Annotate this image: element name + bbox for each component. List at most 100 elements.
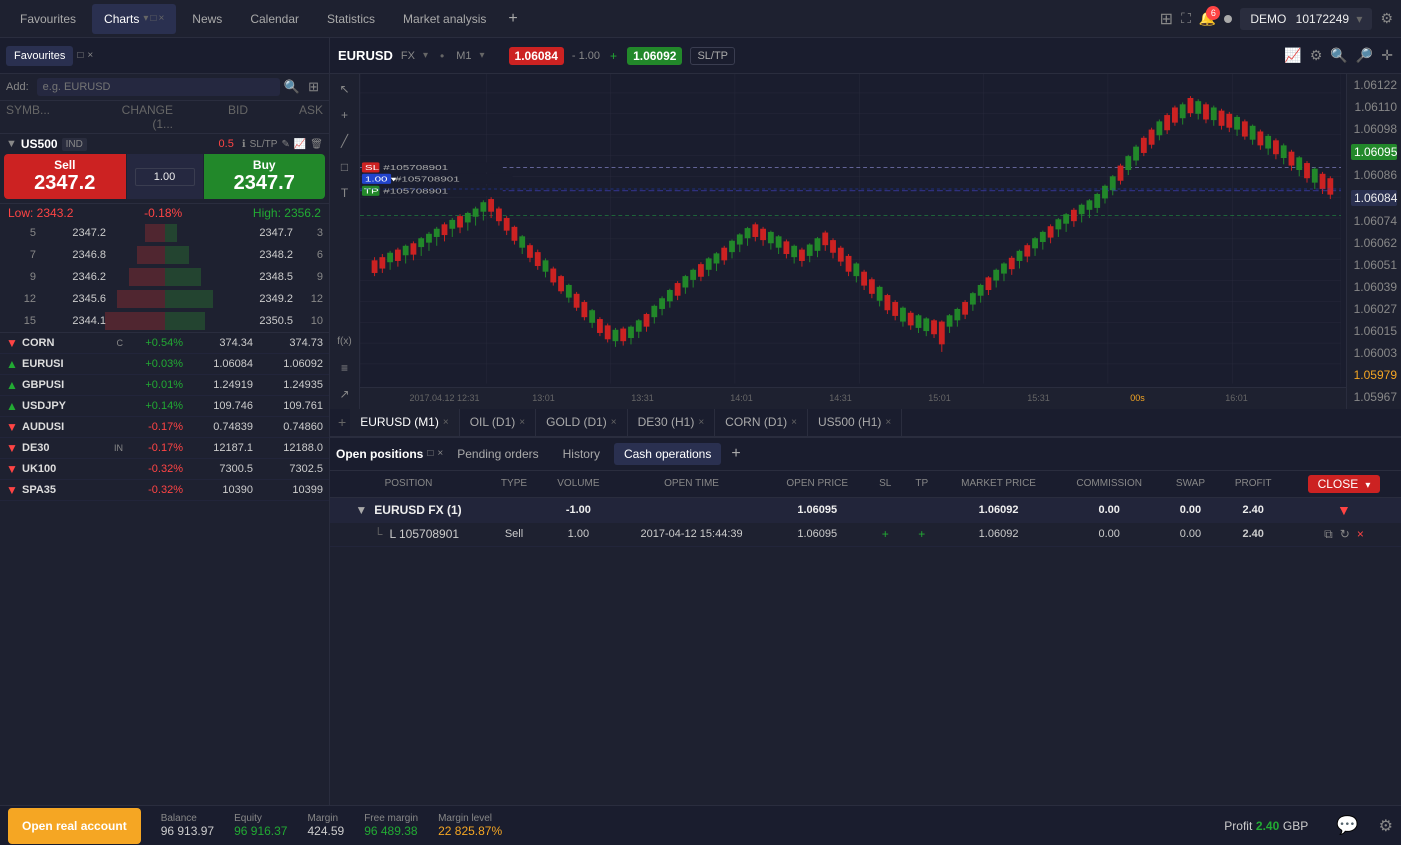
add-sl-icon[interactable]: + [882, 527, 889, 541]
chart-tab-oil[interactable]: OIL (D1) × [460, 409, 536, 437]
favourites-close-icon[interactable]: × [87, 50, 93, 61]
close-de30-tab-icon[interactable]: × [698, 417, 704, 428]
crosshair-tool[interactable]: + [334, 104, 356, 126]
demo-account-badge[interactable]: DEMO 10172249 ▾ [1240, 8, 1372, 30]
social-tool[interactable]: ↗ [334, 383, 356, 405]
main-layout: Favourites □ × Add: 🔍 ⊞ SYMB... CHANGE (… [0, 38, 1401, 805]
text-tool[interactable]: T [334, 182, 356, 204]
us500-volume-input[interactable] [135, 168, 195, 186]
chart-tab-de30[interactable]: DE30 (H1) × [628, 409, 716, 437]
delete-row-icon[interactable]: × [1355, 527, 1366, 541]
tab-calendar[interactable]: Calendar [238, 4, 311, 34]
close-eurusd-tab-icon[interactable]: × [443, 417, 449, 428]
close-dropdown-icon: ▾ [1365, 480, 1370, 491]
position-group-row: ▼ EURUSD FX (1) -1.00 1.06095 1.06092 0.… [330, 497, 1401, 522]
chart-tab-corn[interactable]: CORN (D1) × [715, 409, 808, 437]
fx-tool[interactable]: f(x) [334, 331, 356, 353]
us500-buy-button[interactable]: Buy 2347.7 [204, 154, 326, 199]
search-icon[interactable]: 🔍 [284, 79, 300, 95]
chart-tab-us500[interactable]: US500 (H1) × [808, 409, 902, 437]
us500-delete-icon[interactable]: 🗑 [310, 139, 323, 150]
us500-collapse-icon[interactable]: ▼ [6, 138, 17, 150]
layout-icon[interactable]: ⊞ [1160, 9, 1173, 29]
list-item[interactable]: ▼ UK100 -0.32% 7300.5 7302.5 [0, 459, 329, 480]
col-header-type: TYPE [487, 471, 541, 498]
list-item[interactable]: ▲ EURUSI +0.03% 1.06084 1.06092 [0, 354, 329, 375]
us500-info-icon[interactable]: ℹ [242, 139, 246, 150]
add-tab-button[interactable]: + [502, 10, 523, 28]
tab-market-analysis[interactable]: Market analysis [391, 4, 498, 34]
detail-indent-icon: └ [374, 527, 383, 541]
tab-news[interactable]: News [180, 4, 234, 34]
us500-chart-icon[interactable]: 📈 [294, 139, 306, 150]
close-oil-tab-icon[interactable]: × [519, 417, 525, 428]
sym-dir-icon: ▲ [6, 378, 18, 392]
us500-sltp-icon[interactable]: SL/TP [250, 139, 278, 150]
tab-market-watch[interactable]: Favourites [8, 4, 88, 34]
positions-window-icon[interactable]: □ [427, 448, 433, 459]
list-item[interactable]: ▼ CORN C +0.54% 374.34 374.73 [0, 333, 329, 354]
svg-text:1.00 ▾: 1.00 ▾ [365, 175, 397, 183]
list-item[interactable]: ▲ GBPUSI +0.01% 1.24919 1.24935 [0, 375, 329, 396]
sym-dir-icon: ▲ [6, 357, 18, 371]
list-item[interactable]: ▼ SPA35 -0.32% 10390 10399 [0, 480, 329, 501]
tab-history[interactable]: History [553, 443, 610, 465]
layers-tool[interactable]: ≡ [334, 357, 356, 379]
sym-dir-icon: ▼ [6, 336, 18, 350]
crosshair-icon[interactable]: ✛ [1381, 47, 1393, 64]
open-real-account-button[interactable]: Open real account [8, 808, 141, 844]
us500-sell-button[interactable]: Sell 2347.2 [4, 154, 126, 199]
chart-tabs-bar: + EURUSD (M1) × OIL (D1) × GOLD (D1) × D… [330, 409, 1401, 437]
group-close-arrow-icon[interactable]: ▼ [1337, 502, 1351, 518]
tab-statistics[interactable]: Statistics [315, 4, 387, 34]
notification-bell[interactable]: 🔔 6 [1199, 10, 1216, 27]
tab-pending-orders[interactable]: Pending orders [447, 443, 548, 465]
list-item[interactable]: ▼ AUDUSI -0.17% 0.74839 0.74860 [0, 417, 329, 438]
close-us500-tab-icon[interactable]: × [885, 417, 891, 428]
chart-tab-eurusd[interactable]: EURUSD (M1) × [350, 409, 460, 437]
open-positions-label: Open positions [336, 447, 423, 461]
depth-row: 15 2344.1 2350.5 10 [0, 310, 329, 332]
depth-rows: 5 2347.2 2347.7 37 2346.8 2348.2 69 2346… [0, 222, 329, 332]
chart-tab-gold[interactable]: GOLD (D1) × [536, 409, 628, 437]
candlestick-chart: SL #105708901 1.00 ▾ #105708901 TP #1057… [360, 74, 1341, 384]
indicator-icon[interactable]: ⚙ [1310, 47, 1323, 64]
chart-tf-dropdown[interactable]: ▾ [479, 50, 484, 61]
us500-buy-sell: Sell 2347.2 Buy 2347.7 [4, 154, 325, 199]
settings-bottom-icon[interactable]: ⚙ [1379, 816, 1393, 836]
trendline-icon[interactable]: 📈 [1284, 47, 1301, 64]
svg-text:SL: SL [365, 164, 380, 172]
tab-cash-operations[interactable]: Cash operations [614, 443, 721, 465]
grid-icon[interactable]: ⊞ [308, 79, 319, 95]
chart-type-dropdown[interactable]: ▾ [423, 50, 428, 61]
close-gold-tab-icon[interactable]: × [611, 417, 617, 428]
list-item[interactable]: ▼ DE30 IN -0.17% 12187.1 12188.0 [0, 438, 329, 459]
sym-dir-icon: ▼ [6, 420, 18, 434]
top-nav: Favourites Charts ▾ □ × News Calendar St… [0, 0, 1401, 38]
favourites-options-icon[interactable]: □ [77, 50, 83, 61]
list-item[interactable]: ▲ USDJPY +0.14% 109.746 109.761 [0, 396, 329, 417]
add-chart-tab-button[interactable]: + [334, 414, 350, 430]
copy-icon[interactable]: ⧉ [1322, 527, 1335, 541]
line-tool[interactable]: ╱ [334, 130, 356, 152]
us500-edit-icon[interactable]: ✎ [281, 139, 289, 150]
positions-close-icon[interactable]: × [437, 448, 443, 459]
refresh-icon[interactable]: ↻ [1338, 527, 1352, 541]
zoom-in-icon[interactable]: 🔎 [1356, 47, 1373, 64]
group-expand-icon[interactable]: ▼ [355, 503, 367, 517]
rect-tool[interactable]: □ [334, 156, 356, 178]
sltp-button[interactable]: SL/TP [690, 47, 735, 65]
svg-text:TP: TP [364, 187, 379, 195]
fullscreen-icon[interactable]: ⛶ [1181, 10, 1191, 27]
add-tp-icon[interactable]: + [918, 527, 925, 541]
settings-icon[interactable]: ⚙ [1380, 10, 1393, 27]
tab-charts[interactable]: Charts ▾ □ × [92, 4, 176, 34]
close-corn-tab-icon[interactable]: × [791, 417, 797, 428]
zoom-out-icon[interactable]: 🔍 [1330, 47, 1347, 64]
cursor-tool[interactable]: ↖ [334, 78, 356, 100]
close-all-button[interactable]: CLOSE ▾ [1308, 475, 1381, 493]
add-symbol-input[interactable] [37, 78, 280, 96]
add-bottom-tab-button[interactable]: + [725, 445, 746, 463]
sidebar-tab-favourites[interactable]: Favourites [6, 46, 73, 66]
chat-icon[interactable]: 💬 [1336, 815, 1358, 836]
